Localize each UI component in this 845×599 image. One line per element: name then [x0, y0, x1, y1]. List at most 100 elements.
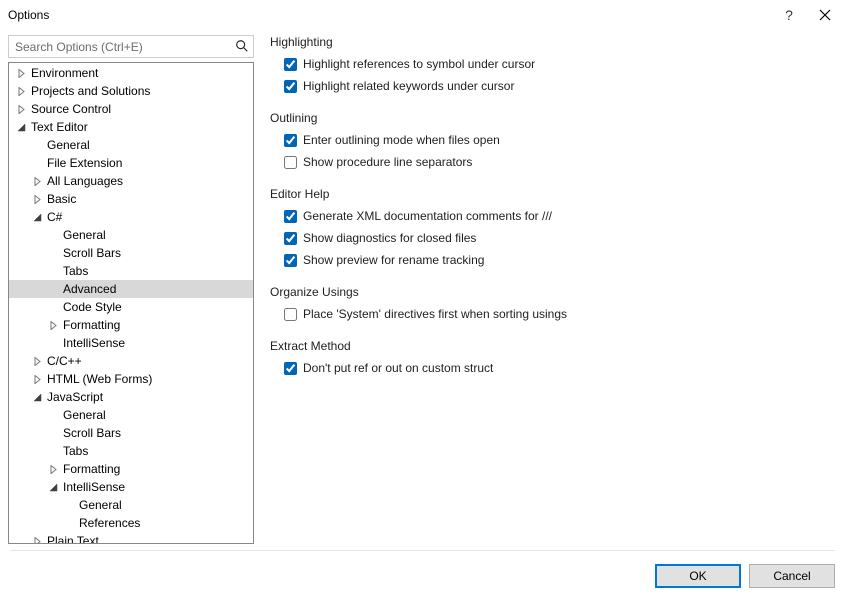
option-label[interactable]: Show diagnostics for closed files — [303, 231, 476, 245]
option-label[interactable]: Highlight related keywords under cursor — [303, 79, 514, 93]
tree-item-label: Tabs — [61, 442, 90, 460]
option-checkbox[interactable] — [284, 232, 297, 245]
collapse-icon[interactable] — [31, 211, 43, 223]
option-checkbox[interactable] — [284, 254, 297, 267]
option-group: Outlining Enter outlining mode when files… — [270, 111, 835, 173]
option-label[interactable]: Place 'System' directives first when sor… — [303, 307, 567, 321]
expand-icon[interactable] — [15, 103, 27, 115]
option-checkbox[interactable] — [284, 80, 297, 93]
tree-item[interactable]: References — [9, 514, 253, 532]
cancel-button[interactable]: Cancel — [749, 564, 835, 588]
ok-label: OK — [689, 569, 706, 583]
tree-item[interactable]: General — [9, 496, 253, 514]
expand-icon[interactable] — [31, 373, 43, 385]
option-row: Show preview for rename tracking — [284, 249, 835, 271]
expand-icon[interactable] — [31, 193, 43, 205]
close-icon — [819, 9, 831, 21]
option-label[interactable]: Generate XML documentation comments for … — [303, 209, 552, 223]
tree-item-label: References — [77, 514, 142, 532]
tree-item[interactable]: Plain Text — [9, 532, 253, 543]
option-checkbox[interactable] — [284, 156, 297, 169]
tree-item[interactable]: Scroll Bars — [9, 424, 253, 442]
tree-item[interactable]: Formatting — [9, 316, 253, 334]
tree-item[interactable]: Tabs — [9, 442, 253, 460]
tree-item[interactable]: Text Editor — [9, 118, 253, 136]
expand-icon[interactable] — [31, 355, 43, 367]
tree-item[interactable]: General — [9, 136, 253, 154]
tree-item[interactable]: C/C++ — [9, 352, 253, 370]
tree-container: EnvironmentProjects and SolutionsSource … — [8, 62, 254, 544]
tree-item-label: Plain Text — [45, 532, 101, 543]
tree-item-label: HTML (Web Forms) — [45, 370, 154, 388]
tree-item[interactable]: Code Style — [9, 298, 253, 316]
tree-item[interactable]: Source Control — [9, 100, 253, 118]
cancel-label: Cancel — [773, 569, 810, 583]
tree-item-label: General — [61, 226, 108, 244]
group-title: Highlighting — [270, 35, 835, 49]
option-label[interactable]: Highlight references to symbol under cur… — [303, 57, 535, 71]
tree-item[interactable]: Formatting — [9, 460, 253, 478]
options-tree[interactable]: EnvironmentProjects and SolutionsSource … — [9, 63, 253, 543]
tree-item-label: General — [45, 136, 92, 154]
search-box[interactable] — [8, 35, 254, 58]
expand-icon[interactable] — [47, 463, 59, 475]
tree-item-label: IntelliSense — [61, 334, 127, 352]
option-label[interactable]: Don't put ref or out on custom struct — [303, 361, 493, 375]
tree-item-label: Code Style — [61, 298, 124, 316]
collapse-icon[interactable] — [15, 121, 27, 133]
group-title: Organize Usings — [270, 285, 835, 299]
tree-item[interactable]: IntelliSense — [9, 478, 253, 496]
option-row: Highlight references to symbol under cur… — [284, 53, 835, 75]
tree-item[interactable]: General — [9, 406, 253, 424]
options-dialog: Options ? EnvironmentProjects and Soluti… — [0, 0, 845, 599]
tree-item-label: Formatting — [61, 316, 122, 334]
tree-item[interactable]: All Languages — [9, 172, 253, 190]
expand-icon[interactable] — [31, 535, 43, 543]
tree-item-label: Text Editor — [29, 118, 90, 136]
option-checkbox[interactable] — [284, 58, 297, 71]
tree-item-label: Source Control — [29, 100, 113, 118]
option-group: Highlighting Highlight references to symb… — [270, 35, 835, 97]
option-checkbox[interactable] — [284, 134, 297, 147]
tree-item-label: Scroll Bars — [61, 244, 123, 262]
option-label[interactable]: Show procedure line separators — [303, 155, 472, 169]
tree-item[interactable]: General — [9, 226, 253, 244]
help-button[interactable]: ? — [771, 4, 807, 26]
tree-item[interactable]: IntelliSense — [9, 334, 253, 352]
option-label[interactable]: Show preview for rename tracking — [303, 253, 484, 267]
tree-item-label: C# — [45, 208, 64, 226]
option-checkbox[interactable] — [284, 210, 297, 223]
option-row: Place 'System' directives first when sor… — [284, 303, 835, 325]
option-checkbox[interactable] — [284, 362, 297, 375]
search-input[interactable] — [9, 36, 253, 57]
tree-item[interactable]: Environment — [9, 64, 253, 82]
option-group: Extract MethodDon't put ref or out on cu… — [270, 339, 835, 379]
ok-button[interactable]: OK — [655, 564, 741, 588]
close-button[interactable] — [807, 4, 843, 26]
expand-icon[interactable] — [31, 175, 43, 187]
tree-item[interactable]: Advanced — [9, 280, 253, 298]
expand-icon[interactable] — [47, 319, 59, 331]
tree-item-label: All Languages — [45, 172, 125, 190]
tree-item[interactable]: HTML (Web Forms) — [9, 370, 253, 388]
group-title: Outlining — [270, 111, 835, 125]
tree-item[interactable]: Scroll Bars — [9, 244, 253, 262]
expand-icon[interactable] — [15, 67, 27, 79]
tree-item[interactable]: JavaScript — [9, 388, 253, 406]
option-row: Don't put ref or out on custom struct — [284, 357, 835, 379]
tree-item[interactable]: Basic — [9, 190, 253, 208]
tree-item[interactable]: Tabs — [9, 262, 253, 280]
option-label[interactable]: Enter outlining mode when files open — [303, 133, 500, 147]
option-row: Generate XML documentation comments for … — [284, 205, 835, 227]
window-title: Options — [8, 8, 771, 22]
tree-item[interactable]: Projects and Solutions — [9, 82, 253, 100]
tree-item-label: General — [77, 496, 124, 514]
tree-item[interactable]: C# — [9, 208, 253, 226]
expand-icon[interactable] — [15, 85, 27, 97]
option-row: Show diagnostics for closed files — [284, 227, 835, 249]
collapse-icon[interactable] — [47, 481, 59, 493]
collapse-icon[interactable] — [31, 391, 43, 403]
option-checkbox[interactable] — [284, 308, 297, 321]
tree-item-label: File Extension — [45, 154, 124, 172]
tree-item[interactable]: File Extension — [9, 154, 253, 172]
